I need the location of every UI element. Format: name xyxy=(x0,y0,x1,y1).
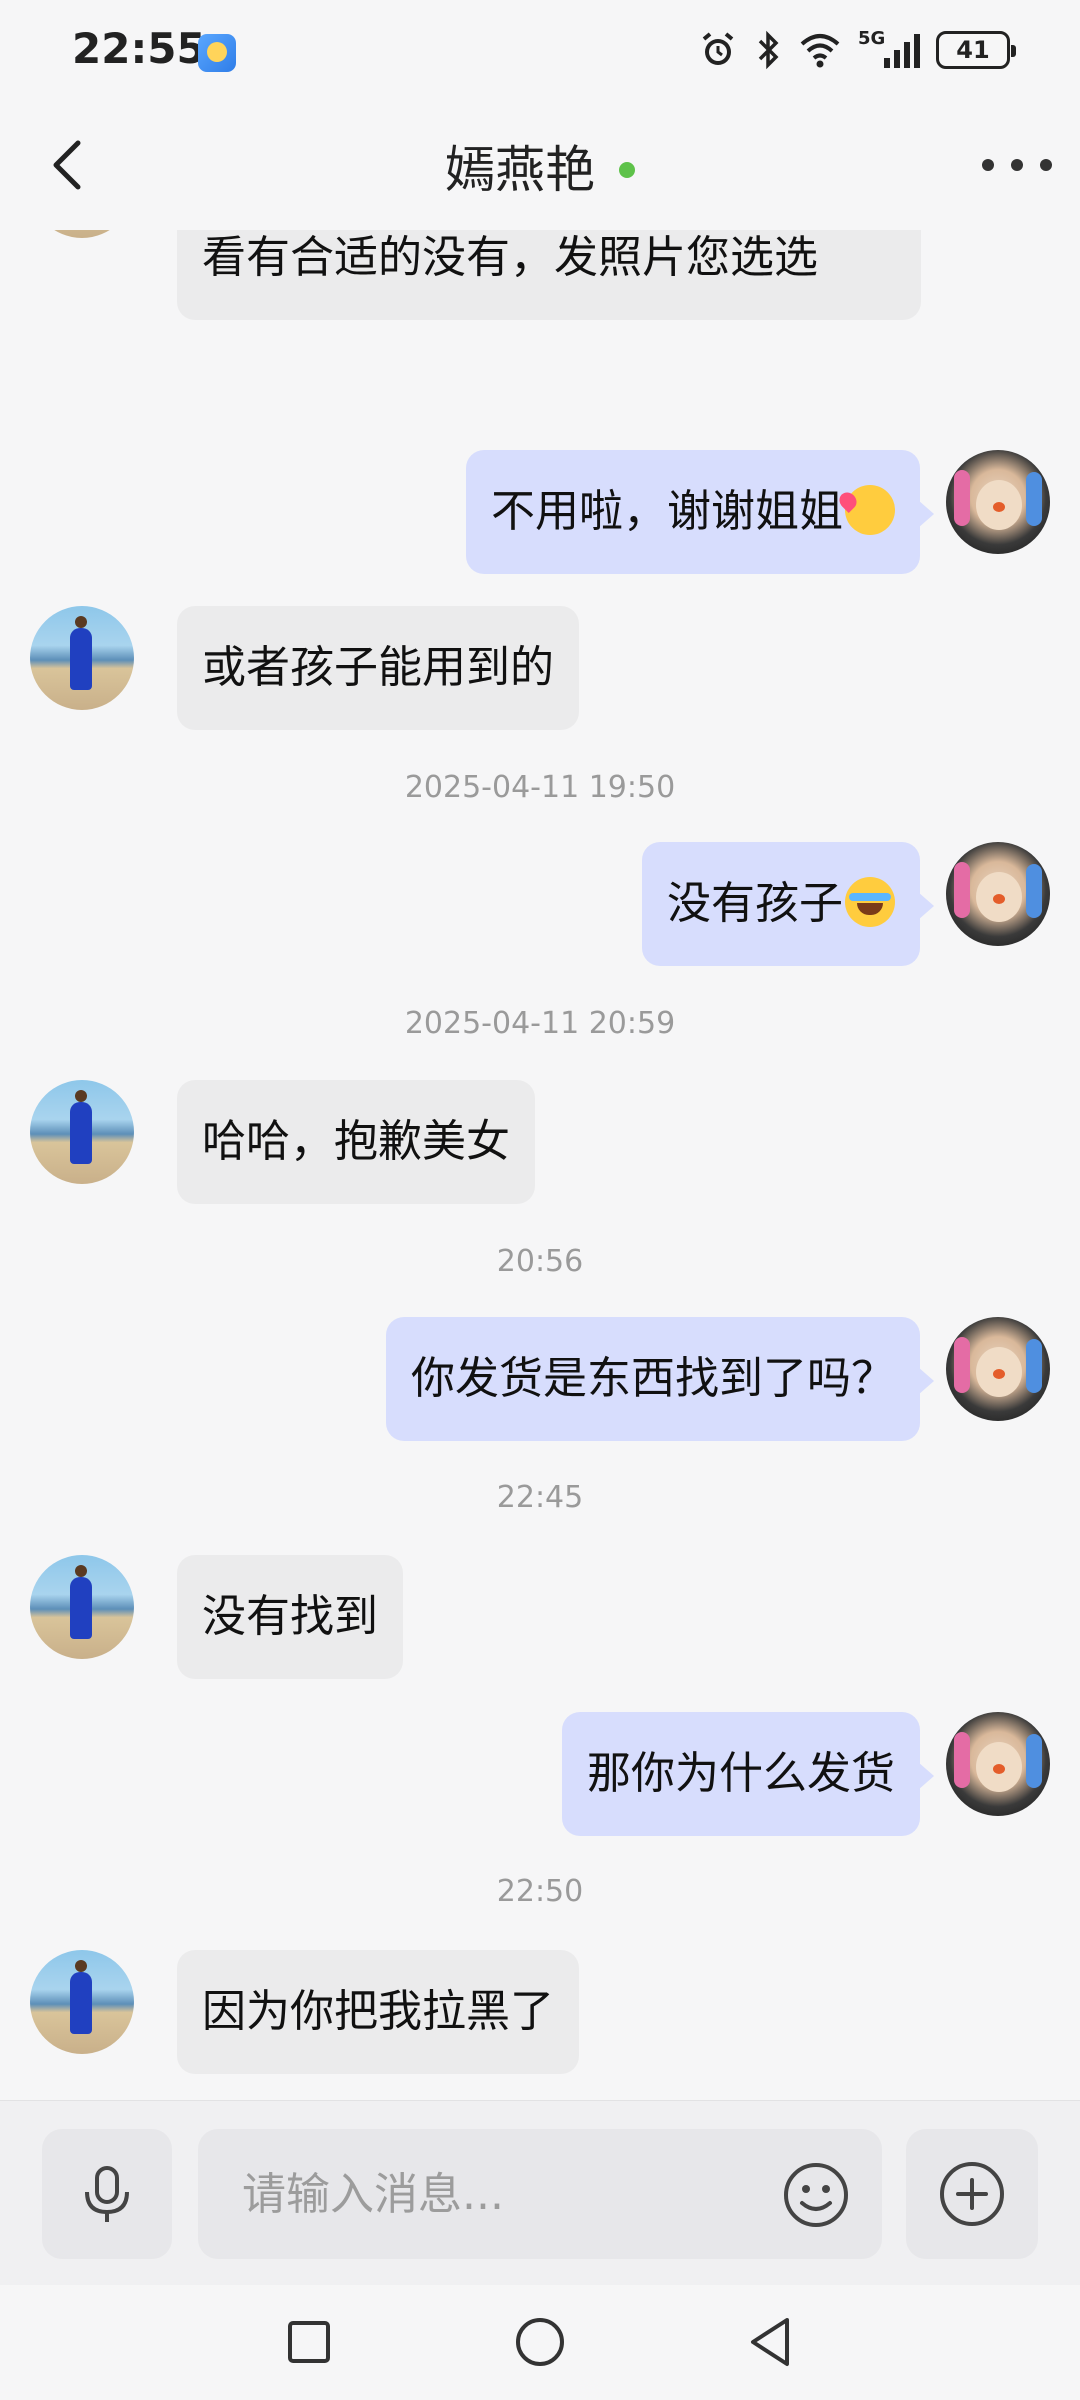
back-nav-button[interactable] xyxy=(736,2307,806,2377)
timestamp: 22:45 xyxy=(496,1480,584,1515)
status-bar: 22:55 5G 41 xyxy=(0,0,1080,100)
triangle-back-icon xyxy=(751,2318,789,2366)
contact-avatar[interactable] xyxy=(30,606,134,710)
voice-input-button[interactable] xyxy=(42,2129,172,2259)
emoji-button[interactable] xyxy=(780,2159,852,2231)
message-text: 不用啦，谢谢姐姐 xyxy=(491,486,843,537)
bluetooth-icon xyxy=(758,30,779,70)
battery-icon: 41 xyxy=(936,31,1016,69)
network-type-label: 5G xyxy=(858,28,886,49)
more-dot-icon xyxy=(982,159,994,171)
contact-name: 嫣燕艳 xyxy=(445,141,595,199)
status-icons: 5G 41 xyxy=(698,28,1016,72)
weather-icon xyxy=(198,34,236,72)
message-text: 没有找到 xyxy=(202,1591,378,1642)
message-bubble-received[interactable]: 哈哈，抱歉美女 xyxy=(177,1080,535,1204)
crying-emoji-icon xyxy=(845,877,895,927)
more-options-button[interactable] xyxy=(982,140,1052,190)
system-navigation-bar xyxy=(0,2285,1080,2400)
message-text: 您穿多大码的衣服或者鞋子？我看看有合适的没有，发照片您选选 xyxy=(202,232,818,283)
message-bubble-received[interactable]: 因为你把我拉黑了 xyxy=(177,1950,579,2074)
contact-avatar[interactable] xyxy=(30,1950,134,2054)
smiley-icon xyxy=(784,2163,848,2227)
contact-title[interactable]: 嫣燕艳 xyxy=(0,130,1080,202)
message-text: 哈哈，抱歉美女 xyxy=(202,1116,510,1167)
my-avatar[interactable] xyxy=(946,450,1050,554)
circle-icon xyxy=(516,2318,564,2366)
microphone-icon xyxy=(85,2166,129,2222)
more-dot-icon xyxy=(1040,159,1052,171)
message-bubble-sent[interactable]: 那你为什么发货 xyxy=(562,1712,934,1836)
home-button[interactable] xyxy=(505,2307,575,2377)
battery-level: 41 xyxy=(956,36,990,64)
message-text: 没有孩子 xyxy=(667,878,843,929)
message-list[interactable]: 您穿多大码的衣服或者鞋子？我看看有合适的没有，发照片您选选 不用啦，谢谢姐姐 或… xyxy=(0,230,1080,2100)
kiss-emoji-icon xyxy=(845,485,895,535)
my-avatar[interactable] xyxy=(946,842,1050,946)
recent-apps-button[interactable] xyxy=(274,2307,344,2377)
message-bubble-sent[interactable]: 你发货是东西找到了吗？ xyxy=(386,1317,934,1441)
timestamp: 20:56 xyxy=(496,1244,584,1279)
message-text: 因为你把我拉黑了 xyxy=(202,1986,554,2037)
timestamp: 22:50 xyxy=(496,1874,584,1909)
plus-circle-icon xyxy=(940,2162,1004,2226)
chat-header: 嫣燕艳 xyxy=(0,100,1080,230)
message-bubble-received[interactable]: 您穿多大码的衣服或者鞋子？我看看有合适的没有，发照片您选选 xyxy=(177,230,921,320)
message-text: 或者孩子能用到的 xyxy=(202,642,554,693)
message-input-bar xyxy=(0,2100,1080,2285)
message-bubble-sent[interactable]: 不用啦，谢谢姐姐 xyxy=(466,450,934,574)
message-bubble-received[interactable]: 没有找到 xyxy=(177,1555,403,1679)
my-avatar[interactable] xyxy=(946,1712,1050,1816)
message-text: 那你为什么发货 xyxy=(587,1748,895,1799)
contact-avatar[interactable] xyxy=(30,1555,134,1659)
my-avatar[interactable] xyxy=(946,1317,1050,1421)
message-bubble-received[interactable]: 或者孩子能用到的 xyxy=(177,606,579,730)
contact-avatar[interactable] xyxy=(30,230,134,238)
contact-avatar[interactable] xyxy=(30,1080,134,1184)
message-bubble-sent[interactable]: 没有孩子 xyxy=(642,842,934,966)
message-text: 你发货是东西找到了吗？ xyxy=(411,1353,895,1404)
square-icon xyxy=(288,2321,330,2363)
signal-icon: 5G xyxy=(858,28,920,72)
timestamp: 2025-04-11 19:50 xyxy=(404,770,676,805)
wifi-icon xyxy=(800,34,840,68)
alarm-icon xyxy=(702,32,734,65)
online-status-dot xyxy=(619,161,635,178)
timestamp: 2025-04-11 20:59 xyxy=(404,1006,676,1041)
more-dot-icon xyxy=(1011,159,1023,171)
status-time: 22:55 xyxy=(72,24,206,73)
more-actions-button[interactable] xyxy=(906,2129,1038,2259)
